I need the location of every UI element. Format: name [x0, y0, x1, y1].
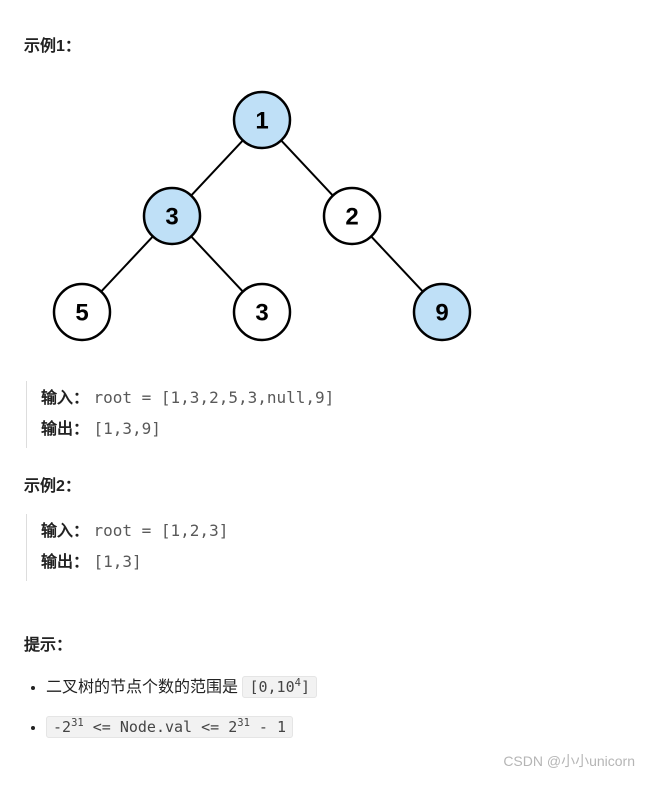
hint-item: 二叉树的节点个数的范围是 [0,104] — [46, 673, 627, 697]
input-label: 输入： — [41, 390, 89, 407]
example1-tree: 1 3 2 5 3 9 — [24, 74, 627, 359]
output-value: [1,3] — [93, 552, 141, 571]
watermark: CSDN @小小unicorn — [503, 751, 635, 771]
input-value: root = [1,3,2,5,3,null,9] — [93, 388, 334, 407]
hint-code: [0,104] — [242, 676, 317, 698]
tree-node-label: 1 — [255, 108, 268, 135]
hint-item: -231 <= Node.val <= 231 - 1 — [46, 717, 627, 737]
example2-block: 输入： root = [1,2,3] 输出： [1,3] — [26, 514, 627, 581]
tree-node-label: 5 — [75, 300, 88, 327]
example1-block: 输入： root = [1,3,2,5,3,null,9] 输出： [1,3,9… — [26, 381, 627, 448]
example1-title: 示例1： — [24, 32, 627, 56]
tree-node-label: 3 — [255, 300, 268, 327]
tree-node-label: 3 — [165, 204, 178, 231]
input-label: 输入： — [41, 523, 89, 540]
input-value: root = [1,2,3] — [93, 521, 228, 540]
tree-node-label: 2 — [345, 204, 358, 231]
output-value: [1,3,9] — [93, 419, 160, 438]
output-label: 输出： — [41, 554, 89, 571]
hints-title: 提示： — [24, 631, 627, 655]
hint-code: -231 <= Node.val <= 231 - 1 — [46, 716, 293, 738]
hints-list: 二叉树的节点个数的范围是 [0,104] -231 <= Node.val <=… — [24, 673, 627, 737]
example2-title: 示例2： — [24, 472, 627, 496]
hint-text: 二叉树的节点个数的范围是 — [46, 679, 242, 696]
tree-node-label: 9 — [435, 300, 448, 327]
output-label: 输出： — [41, 421, 89, 438]
